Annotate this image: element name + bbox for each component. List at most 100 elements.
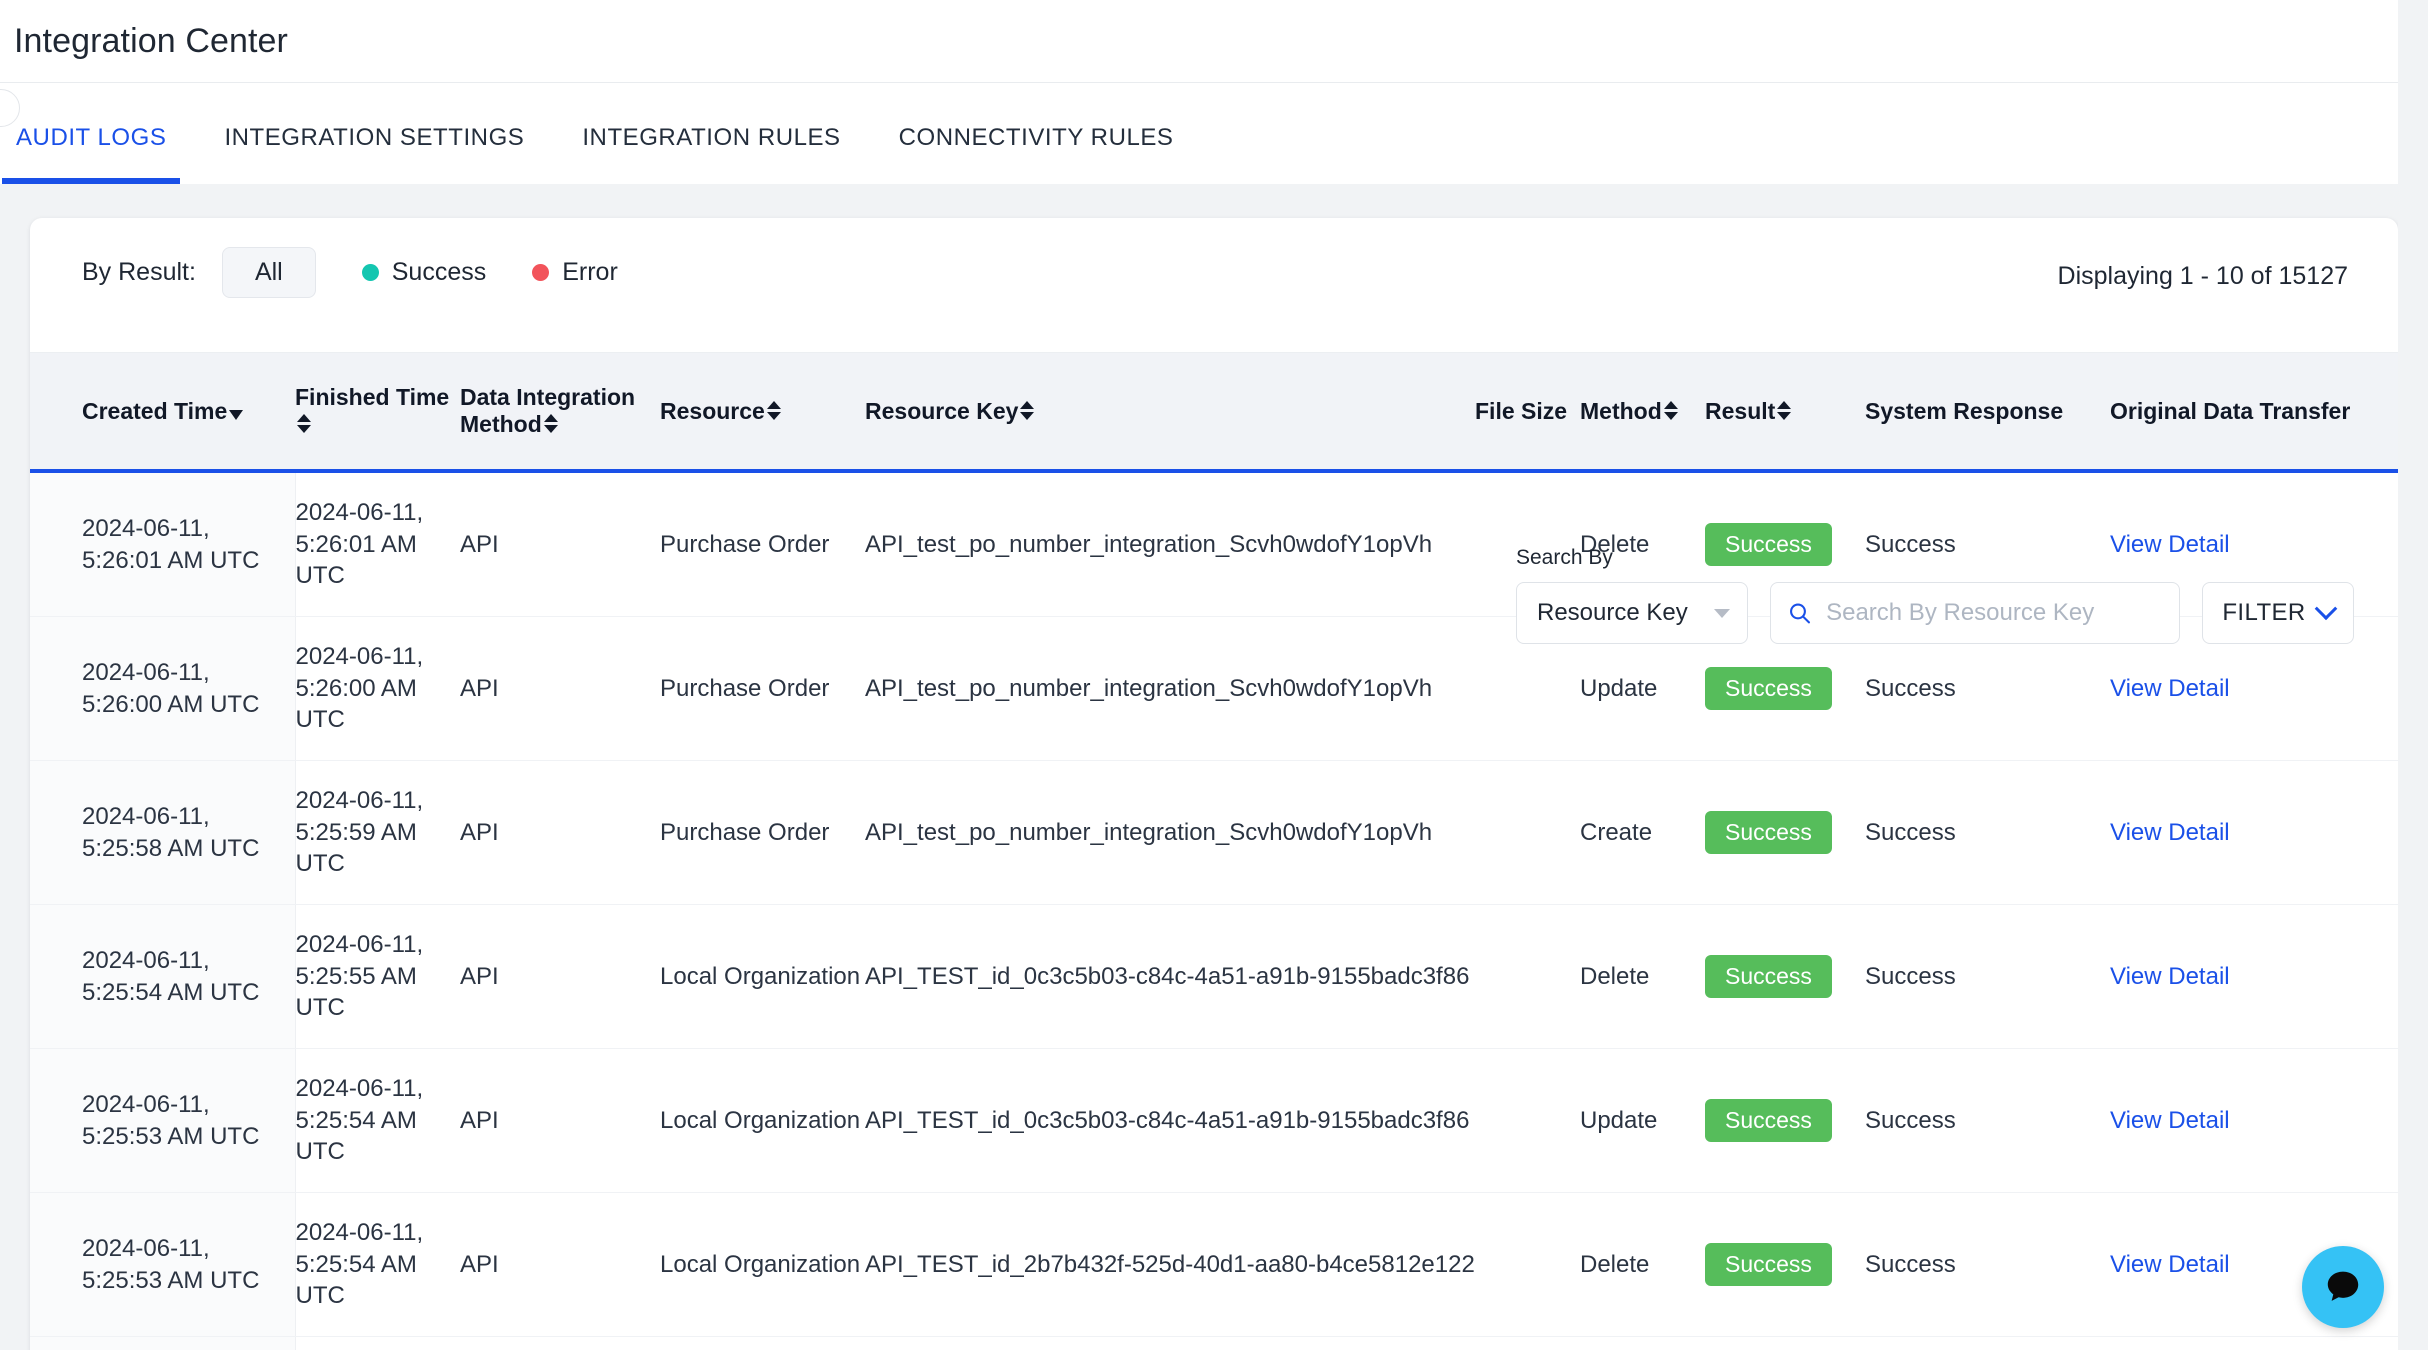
cell-method: Delete xyxy=(1580,1336,1705,1350)
tab-integration-rules[interactable]: INTEGRATION RULES xyxy=(582,124,840,184)
cell-data-integration-method: API xyxy=(460,1336,660,1350)
cell-system-response: Success xyxy=(1865,904,2110,1050)
cell-original-data-transfer[interactable]: View Detail xyxy=(2110,760,2398,906)
audit-logs-table-wrapper: Created Time Finished Time Data Integrat… xyxy=(30,352,2398,1350)
col-header-result[interactable]: Result xyxy=(1705,353,1865,473)
status-badge: Success xyxy=(1705,1098,1832,1143)
cell-created-time: 2024-06-11, 5:25:53 AM UTC xyxy=(30,1192,296,1338)
view-detail-link[interactable]: View Detail xyxy=(2110,1251,2230,1278)
view-detail-link[interactable]: View Detail xyxy=(2110,675,2230,702)
search-zone: Search By Resource Key FILTER xyxy=(1480,546,2354,644)
cell-resource-key: API_TEST_id_0c3c5b03-c84c-4a51-a91b-9155… xyxy=(865,904,1475,1050)
search-input[interactable] xyxy=(1826,599,2163,627)
cell-finished-time: 2024-06-11, 5:26:01 AM UTC xyxy=(295,471,460,618)
cell-finished-time: 2024-06-11, 5:25:54 AM UTC xyxy=(295,1048,460,1194)
cell-method: Delete xyxy=(1580,904,1705,1050)
cell-resource: Local Organization xyxy=(660,904,865,1050)
table-row: 2024-06-11, 5:25:53 AM UTC2024-06-11, 5:… xyxy=(30,1192,2398,1338)
cell-result: Success xyxy=(1705,904,1865,1050)
view-detail-link[interactable]: View Detail xyxy=(2110,1107,2230,1134)
search-icon xyxy=(1790,603,1811,624)
filter-error-label: Error xyxy=(562,257,618,286)
cell-resource-key: API_TEST_id_7e063a73-183a-4d38-b754-c327… xyxy=(865,1336,1475,1350)
cell-created-time: 2024-06-11, 5:25:58 AM UTC xyxy=(30,760,296,906)
cell-finished-time: 2024-06-11, 5:25:59 AM UTC xyxy=(295,760,460,906)
chat-bubble-icon xyxy=(2327,1271,2359,1301)
cell-finished-time: 2024-06-11, 5:25:54 AM UTC xyxy=(295,1192,460,1338)
view-detail-link[interactable]: View Detail xyxy=(2110,963,2230,990)
table-header-row: Created Time Finished Time Data Integrat… xyxy=(30,353,2398,473)
page-right-gutter xyxy=(2398,0,2428,1350)
filter-dropdown-button[interactable]: FILTER xyxy=(2202,582,2354,644)
col-label: Resource xyxy=(660,397,765,424)
tab-label: CONNECTIVITY RULES xyxy=(898,124,1174,151)
chevron-down-icon xyxy=(1714,608,1730,618)
error-dot-icon xyxy=(532,263,550,281)
table-row: 2024-06-11, 5:25:53 AM UTC2024-06-11, 5:… xyxy=(30,1336,2398,1350)
search-field-value: Resource Key xyxy=(1537,599,1688,626)
cell-original-data-transfer[interactable]: View Detail xyxy=(2110,1048,2398,1194)
cell-resource-key: API_test_po_number_integration_Scvh0wdof… xyxy=(865,471,1475,618)
filter-all-button[interactable]: All xyxy=(221,246,316,298)
col-label: System Response xyxy=(1865,397,2064,424)
col-header-created-time[interactable]: Created Time xyxy=(30,353,295,473)
result-filter-row: By Result: All Success Error xyxy=(30,218,2398,298)
cell-data-integration-method: API xyxy=(460,1048,660,1194)
col-header-data-integration-method[interactable]: Data Integration Method xyxy=(460,353,660,473)
cell-finished-time: 2024-06-11, 5:25:54 AM UTC xyxy=(295,1336,460,1350)
cell-system-response: Success xyxy=(1865,1192,2110,1338)
cell-original-data-transfer[interactable]: View Detail xyxy=(2110,904,2398,1050)
page-header: Integration Center xyxy=(0,0,2428,82)
col-header-finished-time[interactable]: Finished Time xyxy=(295,353,460,473)
success-dot-icon xyxy=(361,263,379,281)
filter-success-legend[interactable]: Success xyxy=(361,257,487,287)
sort-both-icon xyxy=(1020,400,1035,420)
status-badge: Success xyxy=(1705,1242,1832,1287)
audit-logs-card: By Result: All Success Error Displaying … xyxy=(30,218,2398,1350)
col-label: Created Time xyxy=(82,397,228,424)
cell-result: Success xyxy=(1705,1336,1865,1350)
sort-both-icon xyxy=(1777,400,1792,420)
cell-created-time: 2024-06-11, 5:25:53 AM UTC xyxy=(30,1048,296,1194)
cell-result: Success xyxy=(1705,1192,1865,1338)
cell-resource: Purchase Order xyxy=(660,616,865,762)
cell-resource: Purchase Order xyxy=(660,471,865,618)
tab-bar: AUDIT LOGS INTEGRATION SETTINGS INTEGRAT… xyxy=(0,82,2428,184)
cell-result: Success xyxy=(1705,1048,1865,1194)
audit-logs-table: Created Time Finished Time Data Integrat… xyxy=(30,353,2398,1350)
page-title: Integration Center xyxy=(14,21,288,60)
cell-file-size xyxy=(1475,760,1580,906)
col-header-original-data-transfer: Original Data Transfer xyxy=(2110,353,2398,473)
tab-label: INTEGRATION RULES xyxy=(582,124,841,151)
col-header-resource-key[interactable]: Resource Key xyxy=(865,353,1475,473)
tab-label: INTEGRATION SETTINGS xyxy=(224,124,525,151)
sort-both-icon xyxy=(297,414,311,433)
cell-resource: Purchase Order xyxy=(660,760,865,906)
table-row: 2024-06-11, 5:25:58 AM UTC 2024-06-11, 5:… xyxy=(30,760,2398,906)
cell-original-data-transfer[interactable]: View Detail xyxy=(2110,1336,2398,1350)
cell-method: Delete xyxy=(1580,1192,1705,1338)
cell-created-time: 2024-06-11, 5:26:01 AM UTC xyxy=(30,471,296,618)
chat-widget-button[interactable] xyxy=(2302,1246,2384,1328)
cell-file-size xyxy=(1475,1192,1580,1338)
cell-resource-key: API_TEST_id_0c3c5b03-c84c-4a51-a91b-9155… xyxy=(865,1048,1475,1194)
chevron-down-icon xyxy=(2314,597,2337,621)
col-header-method[interactable]: Method xyxy=(1580,353,1705,473)
cell-file-size xyxy=(1475,904,1580,1050)
tab-audit-logs[interactable]: AUDIT LOGS xyxy=(1,124,181,184)
cell-system-response: Success xyxy=(1865,1336,2110,1350)
cell-data-integration-method: API xyxy=(460,904,660,1050)
search-field-select[interactable]: Resource Key xyxy=(1516,582,1748,644)
filter-error-legend[interactable]: Error xyxy=(532,258,618,287)
tab-integration-settings[interactable]: INTEGRATION SETTINGS xyxy=(224,124,524,184)
col-header-resource[interactable]: Resource xyxy=(660,353,865,473)
search-input-wrapper[interactable] xyxy=(1770,582,2180,644)
filter-success-label: Success xyxy=(391,257,487,286)
by-result-label: By Result: xyxy=(82,257,196,286)
view-detail-link[interactable]: View Detail xyxy=(2110,819,2230,846)
tab-connectivity-rules[interactable]: CONNECTIVITY RULES xyxy=(899,124,1174,184)
sort-both-icon xyxy=(543,414,558,433)
cell-file-size xyxy=(1475,1336,1580,1350)
filter-button-label: FILTER xyxy=(2222,599,2306,626)
tab-label: AUDIT LOGS xyxy=(16,124,167,151)
